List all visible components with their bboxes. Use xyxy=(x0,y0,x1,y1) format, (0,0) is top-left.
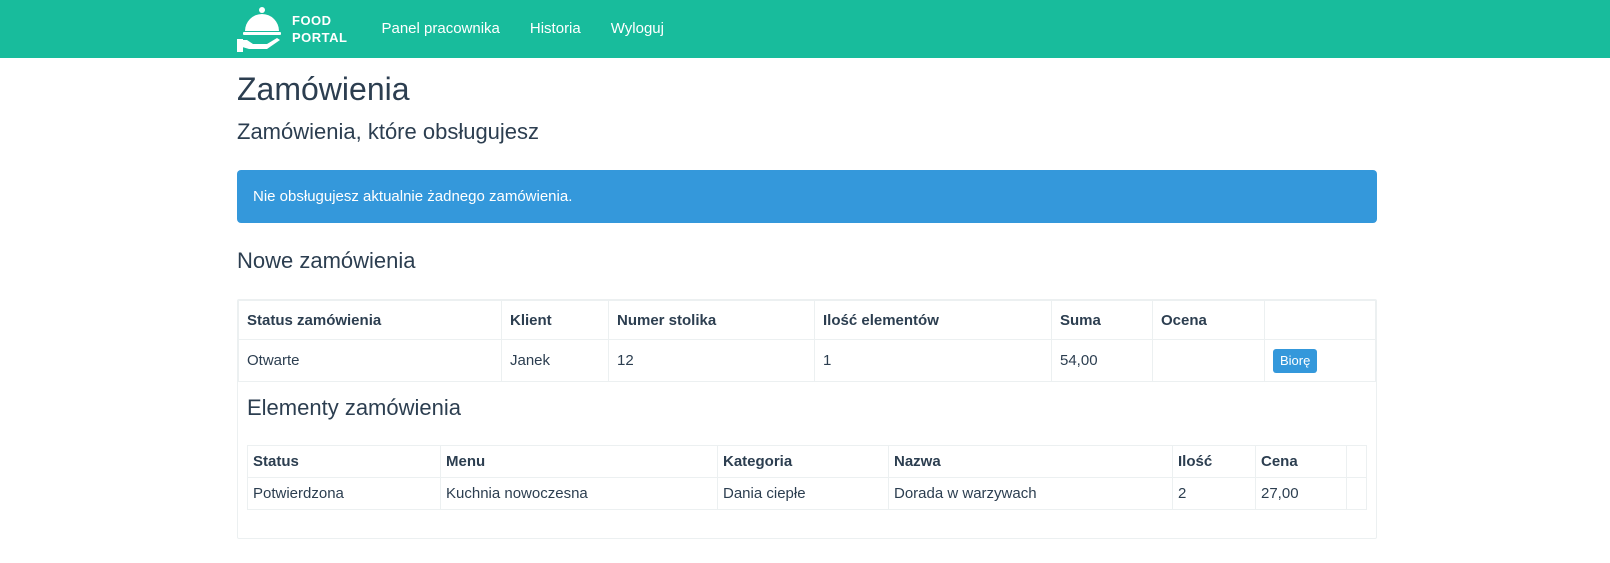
items-header-extra xyxy=(1346,445,1367,478)
item-category: Dania ciepłe xyxy=(717,477,889,510)
item-menu: Kuchnia nowoczesna xyxy=(440,477,718,510)
orders-table: Status zamówienia Klient Numer stolika I… xyxy=(238,300,1376,382)
cell-client: Janek xyxy=(501,339,609,382)
header-total: Suma xyxy=(1051,300,1153,340)
items-header-menu: Menu xyxy=(440,445,718,478)
item-name: Dorada w warzywach xyxy=(888,477,1173,510)
header-client: Klient xyxy=(501,300,609,340)
cell-action: Biorę xyxy=(1264,339,1376,382)
cell-table-number: 12 xyxy=(608,339,815,382)
brand-line-1: FOOD xyxy=(292,13,332,28)
table-row: Potwierdzona Kuchnia nowoczesna Dania ci… xyxy=(247,477,1367,510)
header-order-status: Status zamówienia xyxy=(238,300,502,340)
navbar-inner: FOOD PORTAL Panel pracownika Historia Wy… xyxy=(237,0,1377,58)
cloche-logo-icon xyxy=(237,7,281,52)
cell-item-count: 1 xyxy=(814,339,1052,382)
brand[interactable]: FOOD PORTAL xyxy=(237,0,347,58)
nav-link-logout[interactable]: Wyloguj xyxy=(611,0,664,58)
header-action xyxy=(1264,300,1376,340)
navbar: FOOD PORTAL Panel pracownika Historia Wy… xyxy=(0,0,1610,58)
page-title: Zamówienia xyxy=(237,71,410,107)
items-header-name: Nazwa xyxy=(888,445,1173,478)
cell-status: Otwarte xyxy=(238,339,502,382)
nav-link-history[interactable]: Historia xyxy=(530,0,581,58)
info-alert: Nie obsługujesz aktualnie żadnego zamówi… xyxy=(237,170,1377,223)
orders-header-row: Status zamówienia Klient Numer stolika I… xyxy=(238,300,1376,340)
table-row: Otwarte Janek 12 1 54,00 Biorę xyxy=(238,339,1376,382)
header-rating: Ocena xyxy=(1152,300,1265,340)
page-subtitle: Zamówienia, które obsługujesz xyxy=(237,119,540,144)
cell-rating xyxy=(1152,339,1265,382)
order-items-block: Elementy zamówienia Status Menu Kategori… xyxy=(238,394,1376,510)
items-header-category: Kategoria xyxy=(717,445,889,478)
take-order-button[interactable]: Biorę xyxy=(1273,348,1318,373)
main-content: Zamówienia Zamówienia, które obsługujesz… xyxy=(237,70,1377,539)
cell-total: 54,00 xyxy=(1051,339,1153,382)
items-header-price: Cena xyxy=(1255,445,1347,478)
item-price: 27,00 xyxy=(1255,477,1347,510)
items-header-quantity: Ilość xyxy=(1172,445,1256,478)
brand-text: FOOD PORTAL xyxy=(292,12,347,46)
brand-line-2: PORTAL xyxy=(292,30,348,45)
order-items-title: Elementy zamówienia xyxy=(247,395,461,420)
new-orders-title: Nowe zamówienia xyxy=(237,248,416,273)
item-extra xyxy=(1346,477,1367,510)
items-header-status: Status xyxy=(247,445,441,478)
nav-link-panel[interactable]: Panel pracownika xyxy=(381,0,499,58)
item-quantity: 2 xyxy=(1172,477,1256,510)
header-item-count: Ilość elementów xyxy=(814,300,1052,340)
header-table-number: Numer stolika xyxy=(608,300,815,340)
orders-panel: Status zamówienia Klient Numer stolika I… xyxy=(237,299,1377,539)
order-items-table: Status Menu Kategoria Nazwa Ilość Cena P… xyxy=(247,445,1367,510)
items-header-row: Status Menu Kategoria Nazwa Ilość Cena xyxy=(247,445,1367,478)
item-status: Potwierdzona xyxy=(247,477,441,510)
